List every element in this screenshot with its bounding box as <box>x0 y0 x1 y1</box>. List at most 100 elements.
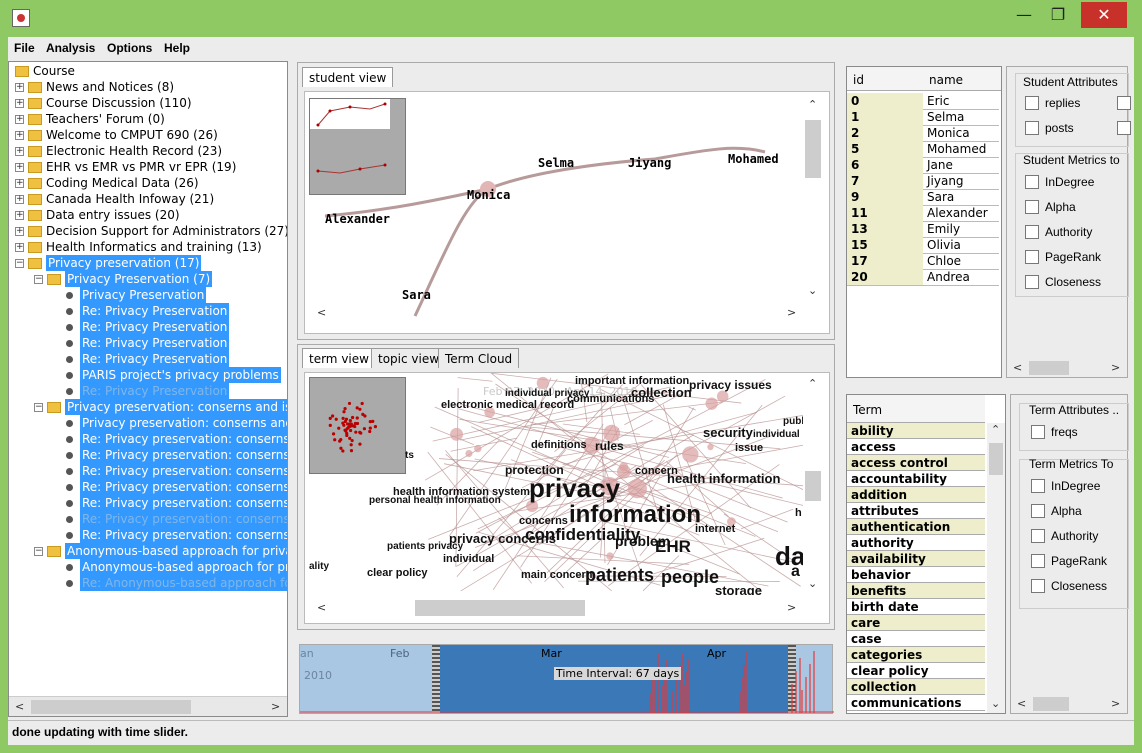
term-word[interactable]: patients <box>585 565 654 586</box>
tree-folder[interactable]: Electronic Health Record (23) <box>46 143 222 159</box>
table-row[interactable]: 13 Emily <box>847 221 1001 238</box>
checkbox-freqs[interactable] <box>1031 425 1045 439</box>
node-label-alexander[interactable]: Alexander <box>325 212 390 226</box>
tree-post[interactable]: PARIS project's privacy problems <box>80 367 281 383</box>
checkbox-closeness[interactable] <box>1031 579 1045 593</box>
table-row[interactable]: 1 Selma <box>847 109 1001 126</box>
term-word[interactable]: internet <box>695 523 735 535</box>
term-word[interactable]: privacy <box>529 473 620 504</box>
term-row[interactable]: ability <box>847 423 985 439</box>
term-vscroll-thumb[interactable] <box>805 471 821 501</box>
scroll-left-icon[interactable]: < <box>1013 361 1022 374</box>
term-attr-hscroll[interactable]: < > <box>1011 695 1127 713</box>
term-word[interactable]: publ <box>783 416 804 427</box>
table-row[interactable]: 11 Alexander <box>847 205 1001 222</box>
scroll-right-icon[interactable]: > <box>271 700 280 713</box>
term-word[interactable]: security <box>703 425 753 440</box>
tree-post[interactable]: Re: Privacy preservation: conserns <box>80 463 287 479</box>
menu-analysis[interactable]: Analysis <box>46 41 95 55</box>
forum-tree[interactable]: Course + News and Notices (8) + Course Discu… <box>8 61 288 717</box>
tab-topic-view[interactable]: topic view <box>371 348 447 368</box>
node-label-jiyang[interactable]: Jiyang <box>628 156 671 170</box>
tree-post[interactable]: Re: Privacy preservation: conserns <box>80 431 287 447</box>
tree-post[interactable]: Re: Anonymous-based approach for p <box>80 575 287 591</box>
expand-toggle-icon[interactable]: − <box>34 547 43 556</box>
checkbox-alpha[interactable] <box>1031 504 1045 518</box>
student-minimap[interactable] <box>309 98 406 195</box>
term-word[interactable]: individual <box>753 429 800 440</box>
node-label-monica[interactable]: Monica <box>467 188 510 202</box>
checkbox-closeness[interactable] <box>1025 275 1039 289</box>
tree-thread[interactable]: Privacy preservation: conserns and iss <box>65 399 287 415</box>
term-word[interactable]: individual privacy <box>505 388 589 399</box>
table-row[interactable]: 9 Sara <box>847 189 1001 206</box>
checkbox-extra-1[interactable] <box>1117 96 1131 110</box>
expand-toggle-icon[interactable]: + <box>15 99 24 108</box>
tree-folder[interactable]: Health Informatics and training (13) <box>46 239 262 255</box>
student-table[interactable]: id name 0 Eric 1 Selma 2 Monica 5 Mohamed 6 Jane 7… <box>846 66 1002 378</box>
table-row[interactable]: 5 Mohamed <box>847 141 1001 158</box>
tree-post[interactable]: Re: Privacy Preservation <box>80 335 230 351</box>
tree-root-course[interactable]: Course <box>33 63 75 79</box>
term-word[interactable]: ts <box>405 450 414 461</box>
menu-help[interactable]: Help <box>164 41 190 55</box>
scroll-left-icon[interactable]: < <box>1017 697 1026 710</box>
minimize-button[interactable]: — <box>1010 2 1038 28</box>
term-table-vscroll-thumb[interactable] <box>989 443 1003 475</box>
tree-folder[interactable]: Canada Health Infoway (21) <box>46 191 214 207</box>
tree-folder[interactable]: Welcome to CMPUT 690 (26) <box>46 127 218 143</box>
term-graph-area[interactable]: Feb 07, 2010 - Apr 14, 2010 important in… <box>304 372 830 624</box>
term-word[interactable]: privacy concerns <box>449 531 556 546</box>
expand-toggle-icon[interactable]: + <box>15 179 24 188</box>
expand-toggle-icon[interactable]: + <box>15 147 24 156</box>
scroll-right-icon[interactable]: > <box>1111 361 1120 374</box>
menu-options[interactable]: Options <box>107 41 152 55</box>
term-table-vscroll[interactable]: ⌃ ⌄ <box>987 423 1005 713</box>
expand-toggle-icon[interactable]: + <box>15 163 24 172</box>
menu-file[interactable]: File <box>14 41 35 55</box>
expand-toggle-icon[interactable]: − <box>15 259 24 268</box>
scroll-down-icon[interactable]: ⌄ <box>991 697 1000 710</box>
tree-post[interactable]: Re: Privacy Preservation <box>80 303 230 319</box>
tree-horizontal-scrollbar[interactable]: < > <box>9 696 287 716</box>
expand-toggle-icon[interactable]: + <box>15 227 24 236</box>
tree-folder-privacy-preservation[interactable]: Privacy preservation (17) <box>46 255 202 271</box>
column-header-name[interactable]: name <box>929 73 963 87</box>
checkbox-authority[interactable] <box>1031 529 1045 543</box>
tree-folder[interactable]: Coding Medical Data (26) <box>46 175 199 191</box>
scroll-left-icon[interactable]: < <box>317 601 326 614</box>
node-label-mohamed[interactable]: Mohamed <box>728 152 779 166</box>
scroll-up-icon[interactable]: ⌃ <box>808 98 817 111</box>
expand-toggle-icon[interactable]: + <box>15 83 24 92</box>
tree-post[interactable]: Re: Privacy Preservation <box>80 383 230 399</box>
scroll-down-icon[interactable]: ⌄ <box>808 577 817 590</box>
tree-post[interactable]: Re: Privacy preservation: conserns <box>80 527 287 543</box>
column-header-term[interactable]: Term <box>853 403 882 417</box>
column-header-id[interactable]: id <box>853 73 864 87</box>
scroll-right-icon[interactable]: > <box>1111 697 1120 710</box>
scroll-down-icon[interactable]: ⌄ <box>808 284 817 297</box>
term-row[interactable]: case <box>847 631 985 647</box>
term-row[interactable]: authentication <box>847 519 985 535</box>
checkbox-indegree[interactable] <box>1025 175 1039 189</box>
node-label-sara[interactable]: Sara <box>402 288 431 302</box>
expand-toggle-icon[interactable]: + <box>15 131 24 140</box>
term-row[interactable]: clear policy <box>847 663 985 679</box>
close-button[interactable]: ✕ <box>1081 2 1127 28</box>
tree-scroll-thumb[interactable] <box>31 700 191 714</box>
tree-thread[interactable]: Anonymous-based approach for privac <box>65 543 287 559</box>
table-row[interactable]: 15 Olivia <box>847 237 1001 254</box>
checkbox-replies[interactable] <box>1025 96 1039 110</box>
term-row[interactable]: access control <box>847 455 985 471</box>
time-slider[interactable]: an 2010 Feb Mar Apr Time Interval: 67 da… <box>299 644 834 714</box>
checkbox-posts[interactable] <box>1025 121 1039 135</box>
tree-post[interactable]: Re: Privacy preservation: conserns <box>80 495 287 511</box>
term-minimap[interactable] <box>309 377 406 474</box>
scroll-left-icon[interactable]: < <box>15 700 24 713</box>
tree-folder[interactable]: EHR vs EMR vs PMR vr EPR (19) <box>46 159 236 175</box>
term-table[interactable]: Term ⌃ ⌄ ability access access control acco… <box>846 394 1006 714</box>
tree-folder[interactable]: News and Notices (8) <box>46 79 174 95</box>
term-word[interactable]: main concern <box>521 569 593 581</box>
tab-term-view[interactable]: term view <box>302 348 376 368</box>
scroll-right-icon[interactable]: > <box>787 601 796 614</box>
